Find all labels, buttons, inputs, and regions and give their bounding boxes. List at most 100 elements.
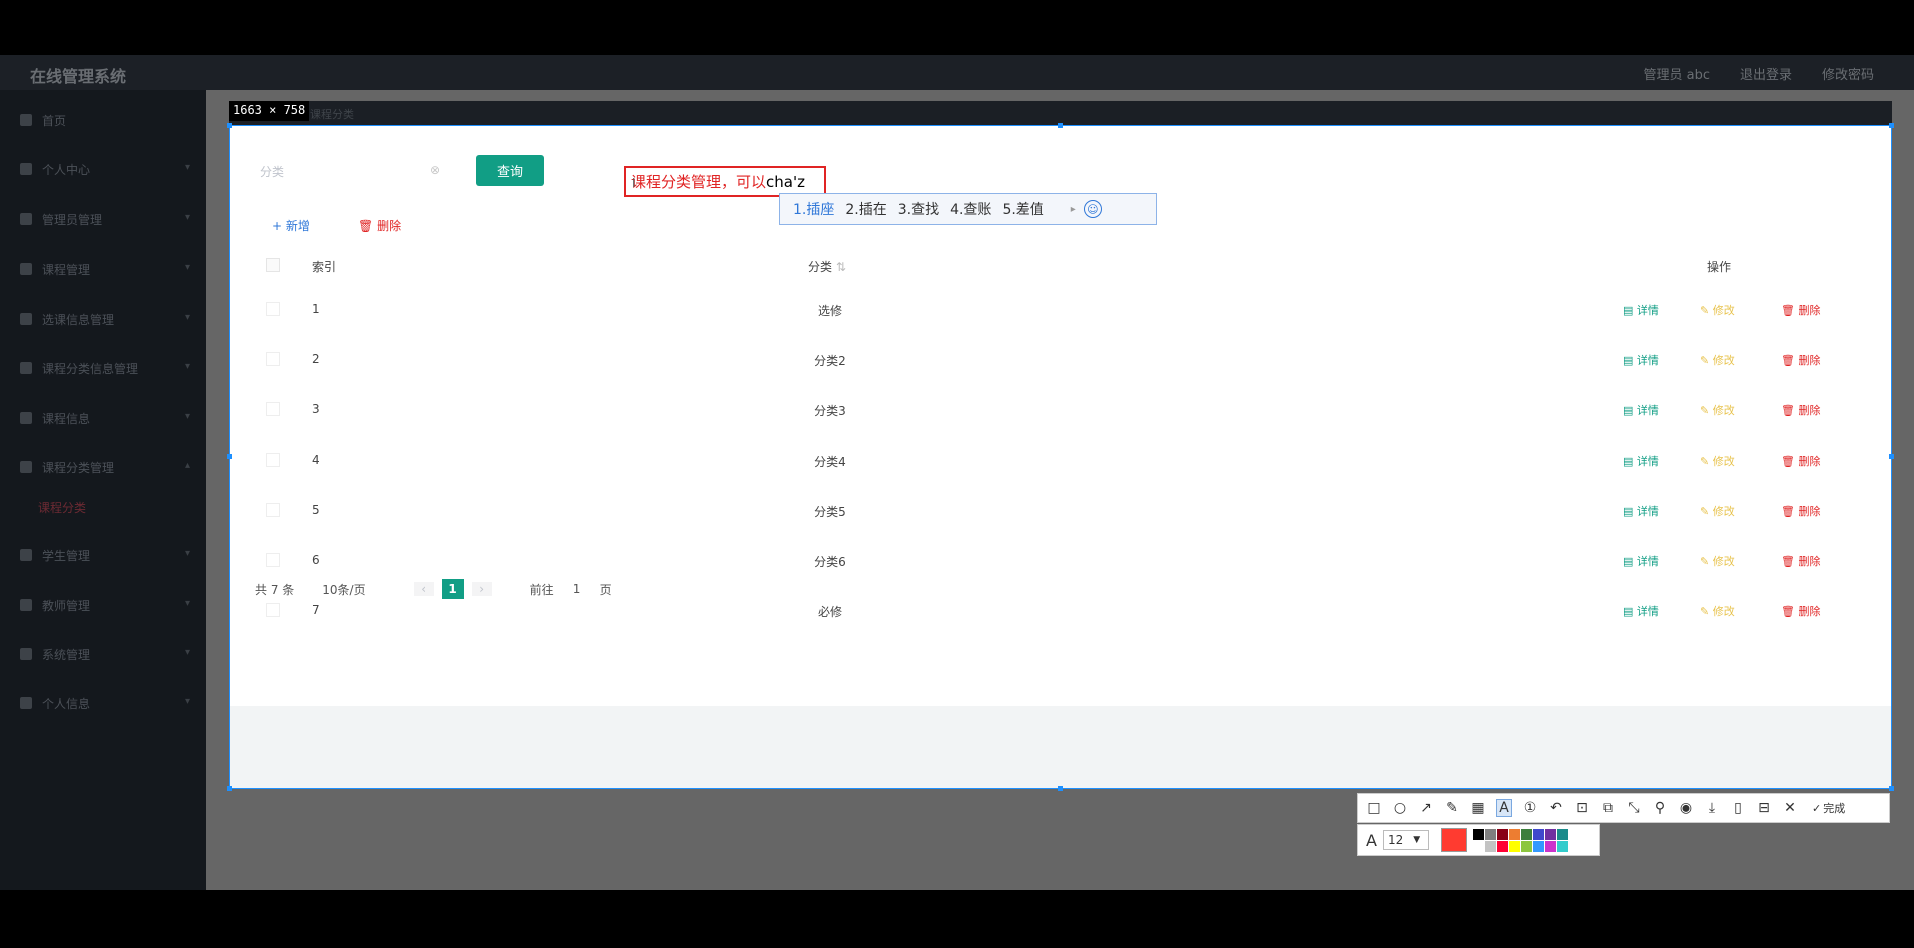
sidebar-item-course-category-info[interactable]: 课程分类信息管理 ▾	[20, 353, 190, 383]
row-edit-button[interactable]: ✎ 修改	[1700, 352, 1735, 368]
goto-page-input[interactable]: 1	[562, 582, 592, 596]
color-swatch[interactable]	[1496, 828, 1508, 840]
sidebar-item-home[interactable]: 首页	[20, 105, 190, 135]
ime-candidate[interactable]: 2.插在	[845, 199, 886, 219]
bookmark-icon[interactable]: ⊟	[1756, 800, 1772, 816]
save-icon[interactable]: ▯	[1730, 800, 1746, 816]
ime-candidate[interactable]: 3.查找	[898, 199, 939, 219]
sidebar-item-category-manage[interactable]: 课程分类管理 ▴	[20, 452, 190, 482]
sidebar-item-course[interactable]: 课程管理 ▾	[20, 254, 190, 284]
page-size-select[interactable]: 10条/页	[322, 581, 365, 598]
color-swatch[interactable]	[1532, 840, 1544, 852]
resize-handle[interactable]	[227, 786, 232, 791]
row-checkbox[interactable]	[266, 452, 280, 467]
header-logout[interactable]: 退出登录	[1740, 64, 1792, 83]
color-swatch[interactable]	[1520, 840, 1532, 852]
row-delete-button[interactable]: 🗑 删除	[1781, 302, 1820, 318]
record-icon[interactable]: ◉	[1678, 800, 1694, 816]
ellipse-icon[interactable]: ○	[1392, 800, 1408, 816]
row-edit-button[interactable]: ✎ 修改	[1700, 603, 1735, 619]
resize-handle[interactable]	[1889, 786, 1894, 791]
row-delete-button[interactable]: 🗑 删除	[1781, 453, 1820, 469]
clear-icon[interactable]: ⊗	[430, 163, 440, 177]
resize-handle[interactable]	[227, 454, 232, 459]
color-swatch[interactable]	[1532, 828, 1544, 840]
search-input[interactable]: 分类 ⊗	[260, 157, 440, 185]
number-marker-icon[interactable]: ①	[1522, 800, 1538, 816]
resize-handle[interactable]	[1058, 123, 1063, 128]
current-page-button[interactable]: 1	[441, 579, 464, 599]
done-button[interactable]: ✓ 完成	[1812, 800, 1845, 816]
arrow-icon[interactable]: ↗	[1418, 800, 1434, 816]
sidebar-subitem-category[interactable]: 课程分类	[38, 492, 208, 522]
color-swatch[interactable]	[1520, 828, 1532, 840]
color-swatch[interactable]	[1496, 840, 1508, 852]
long-capture-icon[interactable]: ⤡	[1626, 800, 1642, 816]
row-delete-button[interactable]: 🗑 删除	[1781, 402, 1820, 418]
row-delete-button[interactable]: 🗑 删除	[1781, 352, 1820, 368]
color-swatch[interactable]	[1544, 840, 1556, 852]
pencil-icon[interactable]: ✎	[1444, 800, 1460, 816]
row-checkbox[interactable]	[266, 603, 280, 618]
prev-page-button[interactable]: ‹	[413, 582, 434, 596]
sidebar-item-student[interactable]: 学生管理 ▾	[20, 540, 190, 570]
close-icon[interactable]: ✕	[1782, 800, 1798, 816]
ime-candidate[interactable]: 4.查账	[950, 199, 991, 219]
color-swatch[interactable]	[1508, 828, 1520, 840]
sidebar-item-teacher[interactable]: 教师管理 ▾	[20, 590, 190, 620]
row-detail-button[interactable]: ▤ 详情	[1623, 553, 1659, 569]
row-edit-button[interactable]: ✎ 修改	[1700, 402, 1735, 418]
color-swatch[interactable]	[1484, 828, 1496, 840]
row-edit-button[interactable]: ✎ 修改	[1700, 503, 1735, 519]
scan-icon[interactable]: ⊡	[1574, 800, 1590, 816]
row-detail-button[interactable]: ▤ 详情	[1623, 352, 1659, 368]
font-size-select[interactable]: 12 ▼	[1382, 830, 1429, 850]
row-delete-button[interactable]: 🗑 删除	[1781, 553, 1820, 569]
sidebar-item-enroll[interactable]: 选课信息管理 ▾	[20, 304, 190, 334]
select-all-checkbox[interactable]	[266, 258, 280, 272]
add-button[interactable]: + 新增	[272, 217, 310, 234]
ime-candidate-box[interactable]: 1.插座 2.插在 3.查找 4.查账 5.差值 ▸ ☺	[779, 193, 1157, 225]
row-detail-button[interactable]: ▤ 详情	[1623, 603, 1659, 619]
color-swatch[interactable]	[1472, 840, 1484, 852]
sidebar-item-personal-info[interactable]: 个人信息 ▾	[20, 688, 190, 718]
row-checkbox[interactable]	[266, 352, 280, 367]
row-detail-button[interactable]: ▤ 详情	[1623, 402, 1659, 418]
column-header-category[interactable]: 分类 ⇅	[808, 258, 846, 275]
row-delete-button[interactable]: 🗑 删除	[1781, 503, 1820, 519]
resize-handle[interactable]	[1058, 786, 1063, 791]
undo-icon[interactable]: ↶	[1548, 800, 1564, 816]
sort-icon[interactable]: ⇅	[836, 260, 846, 274]
resize-handle[interactable]	[227, 123, 232, 128]
ime-candidate[interactable]: 1.插座	[793, 199, 834, 219]
row-edit-button[interactable]: ✎ 修改	[1700, 553, 1735, 569]
row-detail-button[interactable]: ▤ 详情	[1623, 503, 1659, 519]
color-swatch[interactable]	[1472, 828, 1484, 840]
ime-candidate[interactable]: 5.差值	[1002, 199, 1043, 219]
sidebar-item-course-info[interactable]: 课程信息 ▾	[20, 403, 190, 433]
text-tool-icon[interactable]: A	[1496, 799, 1512, 817]
row-edit-button[interactable]: ✎ 修改	[1700, 453, 1735, 469]
row-checkbox[interactable]	[266, 502, 280, 517]
ime-next-icon[interactable]: ▸	[1071, 204, 1076, 215]
batch-delete-button[interactable]: 🗑 删除	[358, 217, 401, 234]
row-edit-button[interactable]: ✎ 修改	[1700, 302, 1735, 318]
color-swatch[interactable]	[1484, 840, 1496, 852]
rectangle-icon[interactable]: □	[1366, 800, 1382, 816]
color-swatch[interactable]	[1556, 828, 1568, 840]
sidebar-item-system[interactable]: 系统管理 ▾	[20, 639, 190, 669]
resize-handle[interactable]	[1889, 123, 1894, 128]
next-page-button[interactable]: ›	[471, 582, 492, 596]
row-delete-button[interactable]: 🗑 删除	[1781, 603, 1820, 619]
header-user[interactable]: 管理员 abc	[1643, 64, 1710, 83]
mosaic-icon[interactable]: ▦	[1470, 800, 1486, 816]
capture-selection[interactable]: 分类 ⊗ 查询 课程分类管理，可以 cha'z I 1.插座 2.插在 3.查找 …	[227, 123, 1894, 791]
row-checkbox[interactable]	[266, 553, 280, 567]
header-password[interactable]: 修改密码	[1822, 64, 1874, 83]
color-swatch[interactable]	[1544, 828, 1556, 840]
sidebar-item-admin[interactable]: 管理员管理 ▾	[20, 204, 190, 234]
sidebar-item-profile-center[interactable]: 个人中心 ▾	[20, 154, 190, 184]
color-swatch[interactable]	[1508, 840, 1520, 852]
download-icon[interactable]: ⤓	[1704, 800, 1720, 816]
resize-handle[interactable]	[1889, 454, 1894, 459]
